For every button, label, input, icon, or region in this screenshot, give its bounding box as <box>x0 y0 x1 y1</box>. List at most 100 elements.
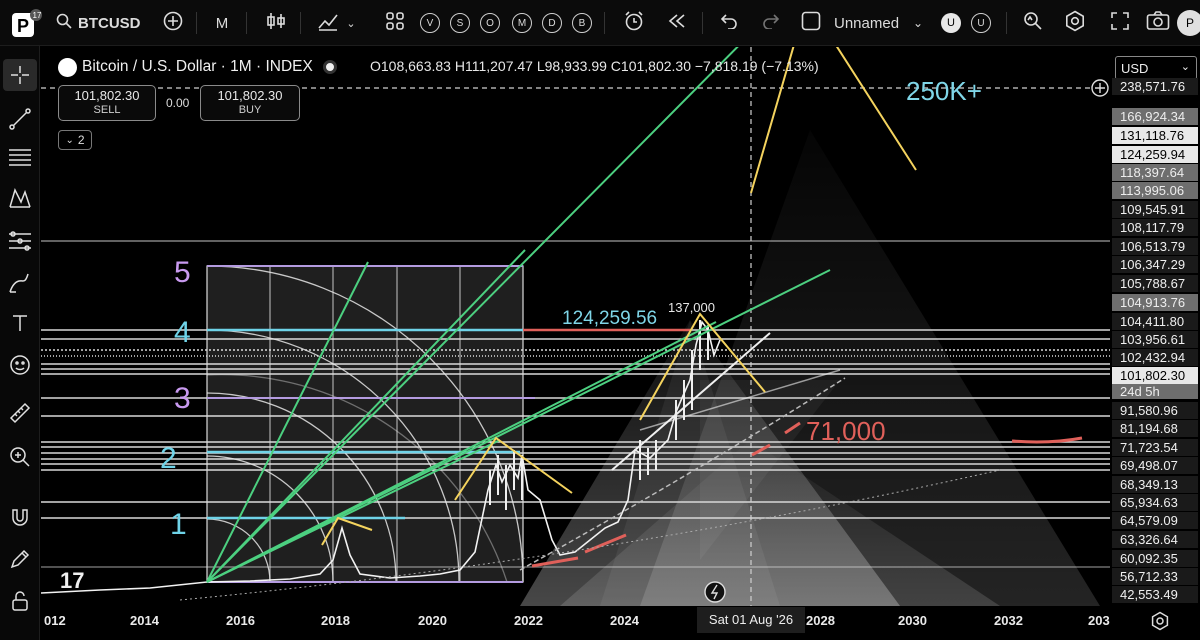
ruler-icon <box>8 401 32 430</box>
profile-avatar: P <box>1177 10 1200 36</box>
text-icon <box>10 313 30 338</box>
replay-v-badge: V <box>420 13 440 33</box>
price-label: 105,788.67 <box>1112 275 1198 292</box>
smiley-icon <box>9 354 31 381</box>
camera-icon <box>1146 11 1170 35</box>
legend-title: Bitcoin / U.S. Dollar · 1M · INDEX <box>82 58 313 75</box>
price-label: 68,349.13 <box>1112 476 1198 493</box>
screenshot-button[interactable] <box>1144 8 1172 38</box>
replay-d-button[interactable]: D <box>540 8 564 38</box>
sell-button[interactable]: 101,802.30 SELL <box>58 85 156 121</box>
alert-button[interactable] <box>620 8 648 38</box>
lightning-icon[interactable] <box>704 581 726 603</box>
fib-level-4: 4 <box>174 316 191 349</box>
magnet-tool[interactable] <box>0 502 40 536</box>
pencil-lock-icon <box>9 548 31 575</box>
interval-button[interactable]: M <box>210 8 234 38</box>
price-label: 60,092.35 <box>1112 550 1198 567</box>
quick-search-button[interactable] <box>1020 8 1046 38</box>
plus-circle-icon <box>163 11 183 35</box>
price-label: 104,411.80 <box>1112 313 1198 330</box>
axis-settings-button[interactable] <box>1150 611 1172 633</box>
tradingview-app: { "toolbar": { "symbol": "BTCUSD", "inte… <box>0 0 1200 640</box>
time-label: 203 <box>1088 613 1110 628</box>
sell-price: 101,802.30 <box>74 88 140 103</box>
replay-v-button[interactable]: V <box>418 8 442 38</box>
replay-b-button[interactable]: B <box>570 8 594 38</box>
compare-add-button[interactable] <box>160 8 186 38</box>
indicators-dropdown-chevron[interactable]: ⌄ <box>344 8 358 38</box>
price-label: 71,723.54 <box>1112 439 1198 456</box>
indicators-button[interactable] <box>314 8 342 38</box>
replay-rewind-button[interactable] <box>664 8 690 38</box>
replay-m-button[interactable]: M <box>510 8 534 38</box>
replay-o-badge: O <box>480 13 500 33</box>
symbol-search-button[interactable]: BTCUSD <box>56 8 146 38</box>
spread-value: 0.00 <box>166 96 190 110</box>
app-logo[interactable]: P 17 <box>0 0 48 46</box>
profile-button[interactable]: P <box>1176 8 1200 38</box>
indicators-collapse-button[interactable]: ⌄ 2 <box>58 130 92 150</box>
stay-in-drawing-mode-tool[interactable] <box>0 544 40 578</box>
layout-name-label: Unnamed <box>834 14 900 32</box>
notification-count: 17 <box>33 11 42 20</box>
time-label: 2024 <box>610 613 639 628</box>
price-label: 101,802.30 <box>1112 367 1198 384</box>
redo-button[interactable] <box>758 8 784 38</box>
buy-price: 101,802.30 <box>217 88 283 103</box>
replay-o-button[interactable]: O <box>478 8 502 38</box>
price-label: 131,118.76 <box>1112 127 1198 144</box>
time-label: 2014 <box>130 613 159 628</box>
measure-tool[interactable] <box>0 398 40 432</box>
pattern-tool[interactable] <box>0 184 40 218</box>
buy-button[interactable]: 101,802.30 BUY <box>200 85 300 121</box>
price-label: 109,545.91 <box>1112 201 1198 218</box>
chart-legend[interactable]: Bitcoin / U.S. Dollar · 1M · INDEX <box>58 56 337 78</box>
fib-retracement-tool[interactable] <box>0 142 40 176</box>
layout-square-button[interactable] <box>800 8 822 38</box>
magnet-icon <box>9 506 31 533</box>
price-label: 166,924.34 <box>1112 108 1198 125</box>
time-label: 2030 <box>898 613 927 628</box>
zoom-in-tool[interactable] <box>0 442 40 476</box>
prediction-tool[interactable] <box>0 226 40 260</box>
undo-button[interactable] <box>716 8 742 38</box>
crosshair-tool[interactable] <box>0 58 40 92</box>
currency-select[interactable]: USD ⌄ <box>1115 56 1197 80</box>
indicators-icon <box>317 11 339 35</box>
add-alert-plus-icon[interactable] <box>1091 79 1109 97</box>
rewind-icon <box>667 13 687 33</box>
time-axis[interactable] <box>41 606 1110 640</box>
candlestick-icon <box>265 11 287 35</box>
price-label: 65,934.63 <box>1112 494 1198 511</box>
symbol-label: BTCUSD <box>78 14 141 32</box>
candles-chart-type-button[interactable] <box>262 8 290 38</box>
undo-icon <box>720 13 738 33</box>
time-label: 2022 <box>514 613 543 628</box>
fullscreen-button[interactable] <box>1108 8 1132 38</box>
layout-name-dropdown[interactable]: Unnamed ⌄ <box>834 8 934 38</box>
brush-tool[interactable] <box>0 268 40 302</box>
lock-icon <box>10 590 30 617</box>
gear-icon <box>1064 10 1086 36</box>
user-badge-2-label: U <box>971 13 991 33</box>
icon-tool[interactable] <box>0 350 40 384</box>
chevron-down-icon: ⌄ <box>1180 61 1190 73</box>
search-icon <box>56 13 72 33</box>
buy-label: BUY <box>238 104 262 116</box>
price-label: 81,194.68 <box>1112 420 1198 437</box>
replay-s-button[interactable]: S <box>448 8 472 38</box>
time-label: 012 <box>44 613 66 628</box>
square-icon <box>801 11 821 35</box>
user-badge-1[interactable]: U <box>940 8 962 38</box>
time-label: 2032 <box>994 613 1023 628</box>
settings-button[interactable] <box>1062 8 1088 38</box>
text-tool[interactable] <box>0 308 40 342</box>
trendline-tool[interactable] <box>0 104 40 138</box>
lock-drawings-tool[interactable] <box>0 586 40 620</box>
price-chart[interactable]: 5 4 3 2 1 124,259.56 137,000 250K+ 71,00… <box>41 47 1110 606</box>
user-badge-2[interactable]: U <box>970 8 992 38</box>
layout-grid-button[interactable] <box>382 8 408 38</box>
annotation-250k: 250K+ <box>906 76 982 106</box>
price-label: 42,553.49 <box>1112 586 1198 603</box>
